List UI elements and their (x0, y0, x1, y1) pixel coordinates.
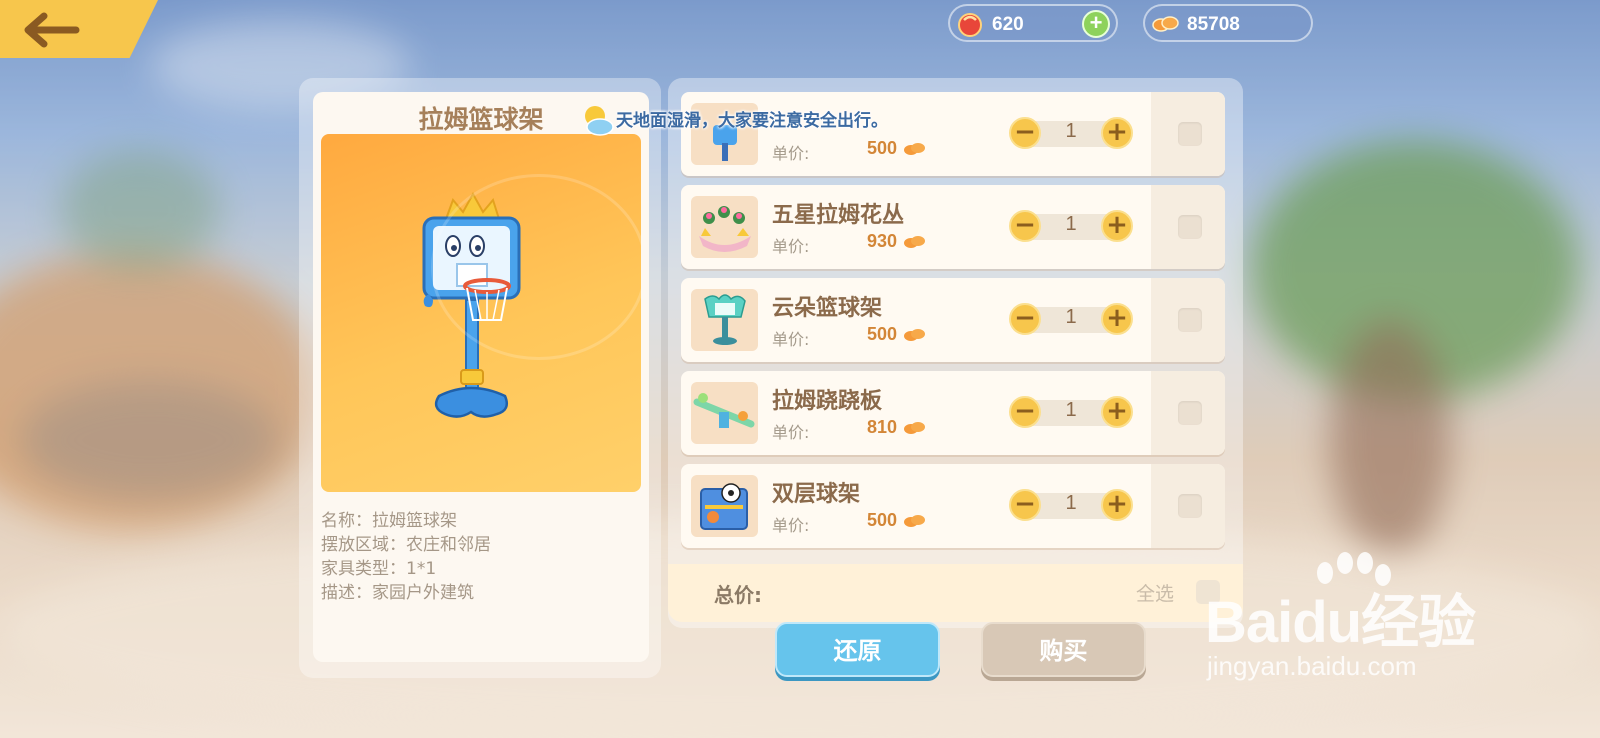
peanut-coin-icon (904, 143, 925, 155)
coin-counter: 85708 (1143, 4, 1313, 42)
gem-count: 620 (992, 14, 1024, 35)
item-name: 云朵篮球架 (772, 296, 883, 321)
gem-icon (958, 13, 982, 37)
sun-cloud-icon (585, 106, 614, 136)
watermark-logo: Baidu经验 (1205, 590, 1476, 655)
select-all-label[interactable]: 全选 (1136, 579, 1174, 606)
quantity-value: 1 (1065, 399, 1077, 421)
unit-price-label: 单价: (772, 423, 810, 442)
item-price: 810 (866, 417, 897, 437)
item-price: 930 (866, 231, 897, 251)
detail-panel: 拉姆篮球架 名称：拉姆篮球架 摆放区域：农庄和邻居 家具类型：1*1 描述：家园… (313, 92, 649, 662)
item-price: 500 (866, 324, 897, 344)
add-gems-button[interactable]: + (1082, 10, 1110, 38)
item-preview (321, 134, 641, 492)
peanut-coin-icon (904, 236, 925, 248)
detail-description: 描述：家园户外建筑 (321, 583, 474, 603)
watermark-url: jingyan.baidu.com (1207, 651, 1417, 681)
back-arrow-icon (24, 12, 80, 48)
decrease-quantity-button[interactable]: − (1009, 489, 1041, 521)
detail-type: 家具类型：1*1 (321, 559, 437, 579)
quantity-value: 1 (1065, 213, 1077, 235)
total-bar: 总价: 全选 (668, 564, 1243, 622)
detail-name: 名称：拉姆篮球架 (321, 511, 457, 531)
cart-item[interactable]: 云朵篮球架 单价: 500 − 1 + (681, 278, 1225, 362)
item-name: 拉姆跷跷板 (772, 389, 883, 414)
gem-counter: 620 + (948, 4, 1118, 42)
increase-quantity-button[interactable]: + (1101, 303, 1133, 335)
quantity-value: 1 (1065, 306, 1077, 328)
cart-item[interactable]: 五星拉姆花丛 单价: 930 − 1 + (681, 185, 1225, 269)
peanut-coin-icon (904, 422, 925, 434)
item-thumbnail (691, 196, 758, 258)
baidu-watermark: Baidu经验 jingyan.baidu.com (1205, 552, 1595, 695)
quantity-value: 1 (1065, 492, 1077, 514)
unit-price-label: 单价: (772, 330, 810, 349)
quantity-value: 1 (1065, 120, 1077, 142)
peanut-coin-icon (1152, 16, 1179, 32)
decrease-quantity-button[interactable]: − (1009, 117, 1041, 149)
item-price: 500 (866, 138, 897, 158)
peanut-coin-icon (904, 329, 925, 341)
increase-quantity-button[interactable]: + (1101, 210, 1133, 242)
item-checkbox[interactable] (1178, 401, 1202, 425)
unit-price-label: 单价: (772, 237, 810, 256)
peanut-coin-icon (904, 515, 925, 527)
item-thumbnail (691, 475, 758, 537)
decrease-quantity-button[interactable]: − (1009, 396, 1041, 428)
decrease-quantity-button[interactable]: − (1009, 210, 1041, 242)
item-thumbnail (691, 289, 758, 351)
detail-area: 摆放区域：农庄和邻居 (321, 535, 491, 555)
cart-item[interactable]: 拉姆跷跷板 单价: 810 − 1 + (681, 371, 1225, 455)
item-name: 五星拉姆花丛 (772, 203, 905, 228)
buy-button[interactable]: 购买 (981, 622, 1146, 677)
item-name: 双层球架 (772, 482, 861, 507)
reset-button[interactable]: 还原 (775, 622, 940, 677)
unit-price-label: 单价: (772, 516, 810, 535)
item-checkbox[interactable] (1178, 494, 1202, 518)
item-checkbox[interactable] (1178, 308, 1202, 332)
cart-item[interactable]: 双层球架 单价: 500 − 1 + (681, 464, 1225, 548)
decrease-quantity-button[interactable]: − (1009, 303, 1041, 335)
item-price: 500 (866, 510, 897, 530)
item-thumbnail (691, 382, 758, 444)
item-checkbox[interactable] (1178, 122, 1202, 146)
increase-quantity-button[interactable]: + (1101, 117, 1133, 149)
cart-item[interactable]: 单价: 500 − 1 + (681, 92, 1225, 176)
increase-quantity-button[interactable]: + (1101, 489, 1133, 521)
item-checkbox[interactable] (1178, 215, 1202, 239)
unit-price-label: 单价: (772, 144, 810, 163)
increase-quantity-button[interactable]: + (1101, 396, 1133, 428)
total-price-label: 总价: (714, 583, 762, 607)
weather-notice-text: 天地面湿滑，大家要注意安全出行。 (616, 111, 888, 131)
coin-count: 85708 (1187, 14, 1240, 35)
